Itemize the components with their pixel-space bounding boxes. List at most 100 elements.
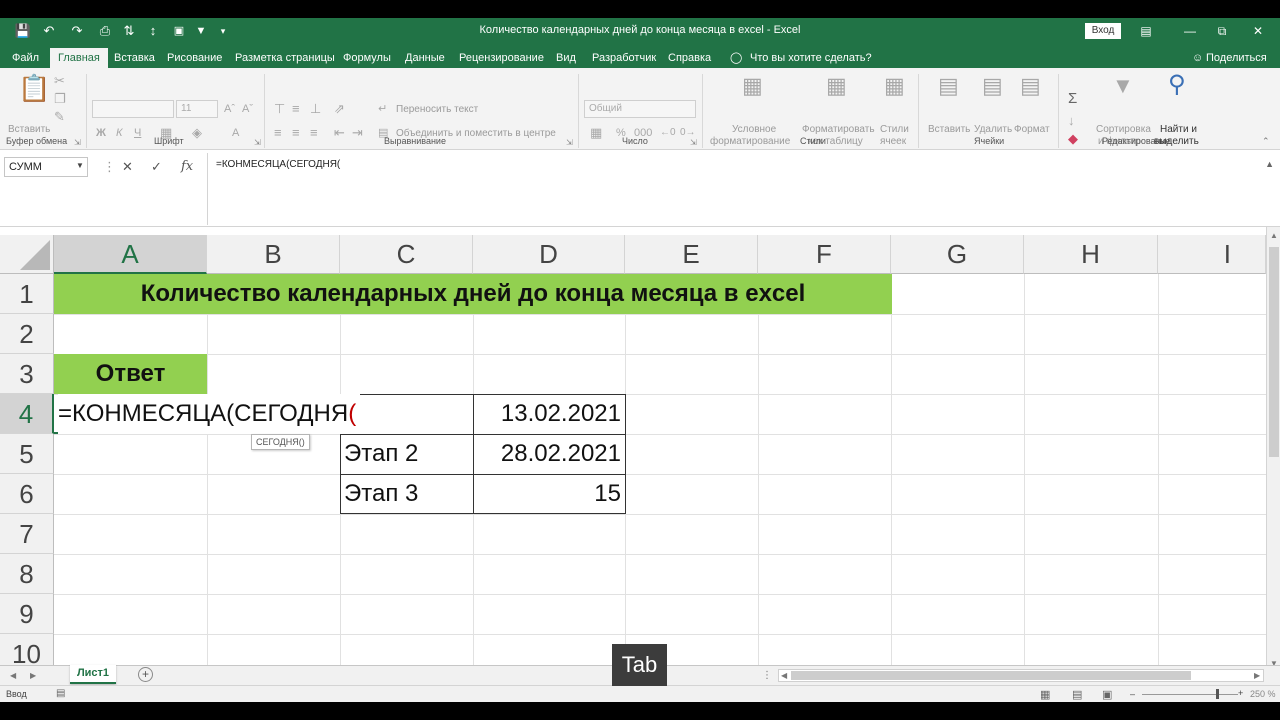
alignment-launcher-icon[interactable]: ⇲ — [566, 138, 573, 147]
sheet-tab-list1[interactable]: Лист1 — [70, 665, 116, 684]
align-middle-icon[interactable]: ≡ — [292, 102, 300, 116]
wrap-text-icon[interactable]: ↵ — [378, 102, 387, 116]
add-sheet-icon[interactable]: + — [138, 667, 153, 682]
row-header-2[interactable]: 2 — [0, 314, 54, 354]
cut-icon[interactable]: ✂ — [54, 74, 65, 88]
increase-decimal-icon[interactable]: ←0 — [660, 126, 676, 140]
cell-c5[interactable]: Этап 2 — [344, 434, 418, 474]
tab-formulas[interactable]: Формулы — [343, 48, 391, 68]
find-select-label-1[interactable]: Найти и — [1160, 124, 1197, 136]
horizontal-scroll-thumb[interactable] — [791, 671, 1191, 680]
tab-help[interactable]: Справка — [668, 48, 711, 68]
tab-insert[interactable]: Вставка — [114, 48, 155, 68]
function-tooltip[interactable]: СЕГОДНЯ() — [251, 434, 310, 450]
row-header-6[interactable]: 6 — [0, 474, 54, 514]
conditional-formatting-icon[interactable]: ▦ — [742, 74, 763, 98]
confirm-entry-button[interactable]: ✓ — [151, 159, 162, 175]
share-icon[interactable]: ☺ — [1192, 48, 1203, 68]
underline-button[interactable]: Ч — [134, 126, 141, 140]
tab-review[interactable]: Рецензирование — [459, 48, 544, 68]
scroll-right-icon[interactable]: ▶ — [1254, 671, 1260, 680]
cell-d4[interactable]: 13.02.2021 — [473, 394, 621, 434]
row-header-9[interactable]: 9 — [0, 594, 54, 634]
cell-styles-label-1[interactable]: Стили — [880, 124, 909, 136]
cell-styles-icon[interactable]: ▦ — [884, 74, 905, 98]
filter-icon[interactable]: ▼ — [192, 22, 210, 40]
title-cell[interactable]: Количество календарных дней до конца мес… — [54, 274, 892, 314]
bold-button[interactable]: Ж — [96, 126, 106, 140]
format-painter-icon[interactable]: ✎ — [54, 110, 65, 124]
wrap-text-button[interactable]: Переносить текст — [396, 104, 478, 116]
insert-function-button[interactable]: fx — [181, 159, 193, 174]
row-header-5[interactable]: 5 — [0, 434, 54, 474]
insert-cells-button[interactable]: Вставить — [928, 124, 970, 136]
zoom-slider-thumb[interactable] — [1216, 689, 1219, 699]
align-center-icon[interactable]: ≡ — [292, 126, 300, 140]
page-layout-view-icon[interactable]: ▤ — [1072, 688, 1082, 701]
column-header-f[interactable]: F — [758, 235, 891, 274]
sort-filter-label-1[interactable]: Сортировка — [1096, 124, 1151, 136]
orientation-icon[interactable]: ⇗ — [334, 102, 345, 116]
zoom-out-icon[interactable]: – — [1130, 689, 1135, 699]
worksheet-grid[interactable]: A B C D E F G H I 1 2 3 4 5 6 7 8 9 10 К… — [0, 227, 1280, 673]
cell-a4-editing[interactable]: =КОНМЕСЯЦА(СЕГОДНЯ( — [58, 394, 361, 434]
delete-cells-icon[interactable]: ▤ — [982, 74, 1003, 98]
quick-print-icon[interactable]: ⎙ — [96, 22, 114, 40]
normal-view-icon[interactable]: ▦ — [1040, 688, 1050, 701]
scroll-left-icon[interactable]: ◀ — [781, 671, 787, 680]
undo-icon[interactable]: ↶ — [40, 22, 58, 40]
insert-cells-icon[interactable]: ▤ — [938, 74, 959, 98]
align-left-icon[interactable]: ≡ — [274, 126, 282, 140]
shrink-font-icon[interactable]: Aˇ — [242, 102, 253, 116]
format-cells-button[interactable]: Формат — [1014, 124, 1050, 136]
font-name-dropdown[interactable] — [92, 100, 174, 118]
column-header-d[interactable]: D — [473, 235, 625, 274]
sign-in-button[interactable]: Вход — [1085, 23, 1121, 39]
save-icon[interactable]: 💾 — [14, 22, 32, 40]
minimize-icon[interactable]: — — [1180, 22, 1200, 40]
cell-d5[interactable]: 28.02.2021 — [473, 434, 621, 474]
column-header-c[interactable]: C — [340, 235, 473, 274]
sheet-nav-prev-icon[interactable]: ◀ — [10, 671, 16, 680]
tab-draw[interactable]: Рисование — [167, 48, 222, 68]
cancel-entry-button[interactable]: ✕ — [122, 159, 133, 175]
tell-me-input[interactable]: Что вы хотите сделать? — [750, 48, 872, 68]
fill-icon[interactable]: ↓ — [1068, 114, 1075, 128]
row-header-4[interactable]: 4 — [0, 394, 54, 434]
conditional-formatting-label-2[interactable]: форматирование — [710, 136, 790, 148]
qat-customize-icon[interactable]: ▾ — [214, 22, 232, 40]
zoom-slider[interactable] — [1142, 694, 1238, 695]
grow-font-icon[interactable]: Aˆ — [224, 102, 235, 116]
column-header-g[interactable]: G — [891, 235, 1024, 274]
vertical-scroll-thumb[interactable] — [1269, 247, 1279, 457]
align-bottom-icon[interactable]: ⊥ — [310, 102, 321, 116]
sort-filter-icon[interactable]: ▼ — [1112, 74, 1134, 98]
autosum-icon[interactable]: Σ — [1068, 91, 1077, 106]
redo-icon[interactable]: ↷ — [68, 22, 86, 40]
zoom-in-icon[interactable]: + — [1238, 688, 1243, 698]
name-box-dropdown-icon[interactable]: ▼ — [76, 161, 84, 170]
fill-color-icon[interactable]: ◈ — [192, 126, 202, 140]
italic-button[interactable]: К — [116, 126, 122, 140]
select-all-button[interactable] — [0, 235, 54, 274]
macro-recording-icon[interactable]: ▤ — [56, 688, 65, 699]
zoom-level[interactable]: 250 % — [1250, 689, 1276, 699]
column-header-b[interactable]: B — [207, 235, 340, 274]
format-cells-icon[interactable]: ▤ — [1020, 74, 1041, 98]
page-break-view-icon[interactable]: ▣ — [1102, 688, 1112, 701]
tab-data[interactable]: Данные — [405, 48, 445, 68]
align-right-icon[interactable]: ≡ — [310, 126, 318, 140]
answer-cell[interactable]: Ответ — [54, 354, 207, 394]
column-header-e[interactable]: E — [625, 235, 758, 274]
delete-cells-button[interactable]: Удалить — [974, 124, 1012, 136]
sheet-nav-next-icon[interactable]: ▶ — [30, 671, 36, 680]
clipboard-launcher-icon[interactable]: ⇲ — [74, 138, 81, 147]
row-header-7[interactable]: 7 — [0, 514, 54, 554]
row-header-8[interactable]: 8 — [0, 554, 54, 594]
column-header-h[interactable]: H — [1024, 235, 1158, 274]
cell-styles-label-2[interactable]: ячеек — [880, 136, 906, 148]
tab-developer[interactable]: Разработчик — [592, 48, 656, 68]
tab-home[interactable]: Главная — [50, 48, 108, 68]
paste-label[interactable]: Вставить — [8, 124, 50, 136]
sort-desc-icon[interactable]: ↕ — [144, 22, 162, 40]
